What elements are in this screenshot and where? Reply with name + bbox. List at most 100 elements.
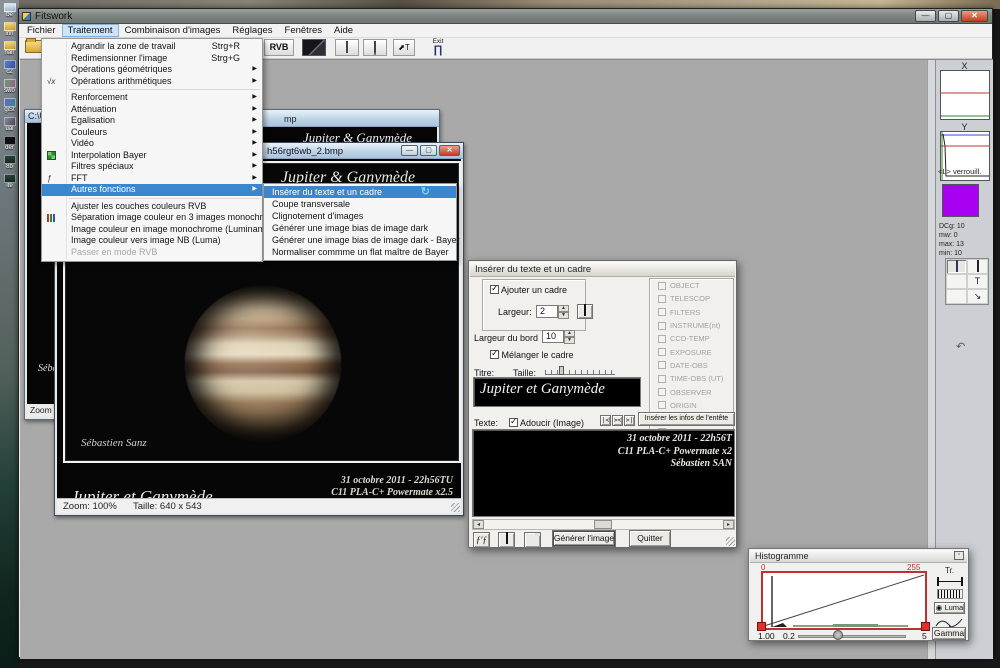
desktop-icon[interactable]: nalr	[1, 41, 18, 57]
undo-icon[interactable]: ↶	[956, 340, 965, 353]
title-size-slider[interactable]	[545, 366, 615, 375]
resize-grip[interactable]	[451, 503, 460, 512]
menu-item[interactable]: Image couleur en image monochrome (Lumin…	[42, 224, 262, 236]
text-area[interactable]: 31 octobre 2011 - 22h56T C11 PLA-C+ Powe…	[472, 429, 735, 517]
title-bar[interactable]: Fitswork	[19, 9, 992, 24]
menu-fenetres[interactable]: Fenêtres	[279, 24, 329, 37]
window-tool-icon[interactable]	[335, 39, 359, 56]
save-button[interactable]	[524, 532, 541, 548]
add-frame-checkbox[interactable]: Ajouter un cadre	[490, 285, 567, 295]
histogram-bars-icon[interactable]	[937, 589, 963, 599]
menu-reglages[interactable]: Réglages	[226, 24, 278, 37]
histogram-plot[interactable]	[761, 571, 927, 630]
scroll-left-icon[interactable]: ◂	[473, 520, 484, 529]
menu-item[interactable]: Egalisation▶	[42, 115, 262, 127]
scrollbar-thumb[interactable]	[594, 520, 612, 529]
align-center-button[interactable]: ><	[612, 415, 623, 426]
menu-item[interactable]: Filtres spéciaux▶	[42, 161, 262, 173]
scroll-right-icon[interactable]: ▸	[723, 520, 734, 529]
black-point-handle[interactable]	[757, 622, 766, 631]
slider-thumb[interactable]	[559, 366, 564, 375]
maximize-button[interactable]: ▢	[420, 145, 437, 156]
minimize-button[interactable]: —	[915, 10, 936, 22]
text-arrow-tool-icon[interactable]: ⬈T	[393, 39, 415, 56]
menu-combinaison[interactable]: Combinaison d'images	[119, 24, 227, 37]
close-button[interactable]: ✕	[961, 10, 988, 22]
insert-text-dialog[interactable]: Insérer du texte et un cadre Ajouter un …	[468, 260, 737, 548]
menu-item[interactable]: Couleurs▶	[42, 127, 262, 139]
border-width-spinner[interactable]: 10 ▲▼	[542, 330, 575, 343]
minimize-button[interactable]: —	[401, 145, 418, 156]
menu-item[interactable]: Vidéo▶	[42, 138, 262, 150]
menu-item[interactable]: ƒFFT▶	[42, 173, 262, 185]
gamma-button[interactable]: Gamma	[932, 627, 966, 640]
palette-button[interactable]	[498, 532, 515, 548]
luma-button[interactable]: ◉ Luma	[934, 602, 965, 614]
menu-item[interactable]: Interpolation Bayer▶	[42, 150, 262, 162]
soften-checkbox[interactable]: Adoucir (Image)	[509, 418, 584, 428]
desktop-icon[interactable]: ite	[1, 174, 18, 190]
menu-item[interactable]: Agrandir la zone de travailStrg+R	[42, 41, 262, 53]
desktop-icon[interactable]: c2	[1, 60, 18, 76]
submenu-item[interactable]: Clignotement d'images	[264, 210, 456, 222]
pointer-tool[interactable]: ↘	[967, 289, 988, 304]
desktop-icon[interactable]: 8b	[1, 155, 18, 171]
submenu-item[interactable]: Générer une image bias de image dark	[264, 222, 456, 234]
gamma-slider-track[interactable]	[798, 635, 906, 638]
rectangle-tool[interactable]	[967, 259, 988, 274]
levels-range-icon[interactable]	[937, 577, 963, 586]
image-select-tool[interactable]	[946, 259, 967, 274]
menu-item[interactable]: Redimensionner l'imageStrg+G	[42, 53, 262, 65]
close-button[interactable]: ✕	[439, 145, 460, 156]
dialog-resize-grip[interactable]	[726, 537, 735, 546]
desktop-icon[interactable]: giSt	[1, 98, 18, 114]
blend-frame-checkbox[interactable]: Mélanger le cadre	[490, 350, 574, 360]
menu-traitement[interactable]: Traitement	[62, 24, 119, 37]
menu-item[interactable]: Image couleur vers image NB (Luma)	[42, 235, 262, 247]
title-text-input[interactable]: Jupiter et Ganymède	[473, 377, 641, 407]
menu-fichier[interactable]: Fichier	[21, 24, 62, 37]
desktop-icon[interactable]: swo	[1, 79, 18, 95]
dialog-title-bar[interactable]: Insérer du texte et un cadre	[470, 262, 735, 277]
menu-item-autres-fonctions[interactable]: Autres fonctions▶	[42, 184, 262, 196]
color-swatch[interactable]	[942, 184, 979, 217]
menu-item[interactable]: Renforcement▶	[42, 92, 262, 104]
insert-header-button[interactable]: Insérer les infos de l'entête	[638, 412, 735, 426]
quit-button[interactable]: Quitter	[629, 530, 671, 547]
histogram-tool-icon[interactable]	[363, 39, 387, 56]
rvb-button[interactable]: RVB	[264, 39, 294, 56]
eyedropper-tool[interactable]	[946, 274, 967, 289]
submenu-item[interactable]: Générer une image bias de image dark - B…	[264, 234, 456, 246]
menu-item[interactable]: Séparation image couleur en 3 images mon…	[42, 212, 262, 224]
spin-down-icon[interactable]: ▼	[558, 312, 569, 319]
desktop-icon[interactable]: der	[1, 136, 18, 152]
font-button[interactable]: ƒ'ƒ	[473, 532, 490, 548]
exit-button[interactable]: Exit ∏	[425, 38, 451, 58]
curves-tool-icon[interactable]	[302, 39, 326, 56]
spin-up-icon[interactable]: ▲	[564, 330, 575, 337]
align-left-button[interactable]: |<	[600, 415, 611, 426]
maximize-button[interactable]: ▢	[938, 10, 959, 22]
spin-down-icon[interactable]: ▼	[564, 337, 575, 344]
horizontal-scrollbar[interactable]: ◂ ▸	[472, 519, 735, 530]
generate-image-button[interactable]: Générer l'image	[552, 530, 616, 547]
frame-color-button[interactable]	[577, 304, 593, 319]
gamma-slider-thumb[interactable]	[833, 630, 843, 640]
text-tool[interactable]: T	[967, 274, 988, 289]
menu-item[interactable]: Ajuster les couches couleurs RVB	[42, 201, 262, 213]
histogram-window[interactable]: Histogramme ▫ 0 255 1.00 0.2 5 Tr. ◉ Lum…	[748, 548, 969, 641]
stamp-tool[interactable]	[946, 289, 967, 304]
histogram-title-bar[interactable]: Histogramme	[750, 550, 967, 563]
desktop-icon[interactable]: be	[1, 3, 18, 19]
submenu-item[interactable]: Normaliser commme un flat maître de Baye…	[264, 246, 456, 258]
histogram-close-icon[interactable]: ▫	[954, 551, 964, 560]
menu-item[interactable]: Atténuation▶	[42, 104, 262, 116]
submenu-item-inserer-texte[interactable]: Insérer du texte et un cadre↻	[264, 186, 456, 198]
desktop-icon[interactable]: ual	[1, 117, 18, 133]
submenu-item[interactable]: Coupe transversale	[264, 198, 456, 210]
align-right-button[interactable]: >|	[624, 415, 635, 426]
width-spinner[interactable]: 2 ▲▼	[536, 305, 569, 318]
menu-item[interactable]: Opérations géométriques▶	[42, 64, 262, 76]
menu-item[interactable]: √xOpérations arithmétiques▶	[42, 76, 262, 88]
menu-aide[interactable]: Aide	[328, 24, 359, 37]
